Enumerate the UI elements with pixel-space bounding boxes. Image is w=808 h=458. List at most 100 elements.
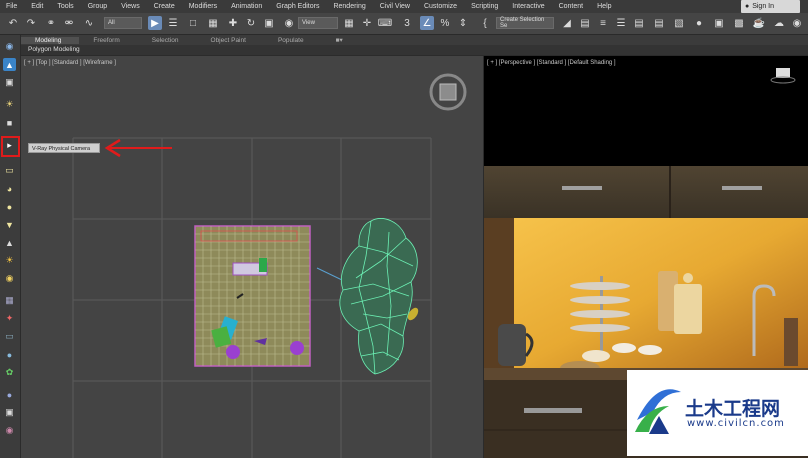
- menu-rendering[interactable]: Rendering: [327, 3, 373, 10]
- vray-sky-icon[interactable]: ◉: [3, 272, 16, 285]
- sign-in-label: Sign In: [752, 3, 774, 10]
- drawer-handle: [524, 408, 582, 413]
- tab-selection[interactable]: Selection: [138, 37, 197, 44]
- viewport-top[interactable]: [ + ] [Top ] [Standard ] [Wireframe ]: [21, 56, 483, 458]
- tab-modeling[interactable]: Modeling: [21, 36, 80, 44]
- vray-ambient-light-icon[interactable]: ▲: [3, 236, 16, 249]
- shapes-icon[interactable]: ▣: [3, 76, 16, 89]
- vray-fur-icon[interactable]: ✦: [3, 312, 16, 325]
- rectangular-selection-icon[interactable]: □: [186, 16, 200, 30]
- render-setup-icon[interactable]: ▣: [712, 16, 726, 30]
- vray-dome-light-icon[interactable]: ◕: [3, 182, 16, 195]
- vray-sphere-icon[interactable]: ●: [3, 348, 16, 361]
- menu-help[interactable]: Help: [591, 3, 619, 10]
- ribbon-panel-label: Polygon Modeling: [21, 45, 808, 55]
- menu-customize[interactable]: Customize: [418, 3, 465, 10]
- cabinet-handle: [722, 186, 762, 190]
- vray-sphere-light-icon[interactable]: ●: [3, 200, 16, 213]
- menu-scripting[interactable]: Scripting: [465, 3, 506, 10]
- highlight-box: [1, 136, 20, 157]
- vray-render-icon[interactable]: ◉: [3, 424, 16, 437]
- select-manipulate-icon[interactable]: ✛: [360, 16, 374, 30]
- menu-group[interactable]: Group: [82, 3, 115, 10]
- menu-graph-editors[interactable]: Graph Editors: [270, 3, 327, 10]
- watermark-logo: 土木工程网 www.civilcn.com: [627, 370, 808, 456]
- ribbon-options-icon[interactable]: ■▾: [322, 36, 361, 44]
- redo-icon[interactable]: ↷: [24, 16, 38, 30]
- viewcube: [429, 73, 467, 111]
- menu-tools[interactable]: Tools: [51, 3, 81, 10]
- select-by-name-icon[interactable]: ☰: [166, 16, 180, 30]
- link-icon[interactable]: ⚭: [44, 16, 58, 30]
- user-icon: ●: [744, 3, 750, 10]
- kitchen-plan-wireframe: [194, 225, 311, 367]
- create-panel-icon[interactable]: ◉: [3, 40, 16, 53]
- mirror-icon[interactable]: ◢: [560, 16, 574, 30]
- layer-explorer-icon[interactable]: ☰: [614, 16, 628, 30]
- plant-wireframe-mesh: [339, 218, 418, 375]
- placement-icon[interactable]: ◉: [282, 16, 296, 30]
- menu-edit[interactable]: Edit: [25, 3, 51, 10]
- rotate-icon[interactable]: ↻: [244, 16, 258, 30]
- upper-cabinets: [484, 166, 808, 218]
- menu-civil-view[interactable]: Civil View: [374, 3, 418, 10]
- keyboard-shortcut-override-icon[interactable]: ⌨: [378, 16, 392, 30]
- window-crossing-icon[interactable]: ▦: [206, 16, 220, 30]
- vray-clipper-icon[interactable]: ✿: [3, 366, 16, 379]
- vray-proxy-icon[interactable]: ▦: [3, 294, 16, 307]
- unlink-icon[interactable]: ⚮: [62, 16, 76, 30]
- geometry-icon[interactable]: ▲: [3, 58, 16, 71]
- toggle-scene-explorer-icon[interactable]: ≡: [596, 16, 610, 30]
- menu-create[interactable]: Create: [148, 3, 183, 10]
- pivot-center-icon[interactable]: ▦: [342, 16, 356, 30]
- spinner-snap-icon[interactable]: ⇕: [456, 16, 470, 30]
- selection-filter-dropdown[interactable]: All: [104, 17, 142, 29]
- schematic-view-icon[interactable]: ▧: [672, 16, 686, 30]
- move-icon[interactable]: ✚: [226, 16, 240, 30]
- tab-object-paint[interactable]: Object Paint: [197, 37, 264, 44]
- tooltip-vray-physical-camera: V-Ray Physical Camera: [28, 143, 100, 153]
- helpers-icon[interactable]: ■: [3, 116, 16, 129]
- a360-gallery-icon[interactable]: ◉: [790, 16, 804, 30]
- named-selection-set-dropdown[interactable]: Create Selection Se: [496, 17, 554, 29]
- edit-named-selection-icon[interactable]: {: [478, 16, 492, 30]
- vray-ies-light-icon[interactable]: ▼: [3, 218, 16, 231]
- rendered-frame-window-icon[interactable]: ▩: [732, 16, 746, 30]
- sign-in-button[interactable]: ● Sign In: [740, 0, 800, 13]
- undo-icon[interactable]: ↶: [6, 16, 20, 30]
- angle-snap-icon[interactable]: ∠: [420, 16, 434, 30]
- vray-plane-icon[interactable]: ▭: [3, 330, 16, 343]
- vray-frame-buffer-icon[interactable]: ▣: [3, 406, 16, 419]
- scale-icon[interactable]: ▣: [262, 16, 276, 30]
- reference-coordinate-dropdown[interactable]: View: [298, 17, 338, 29]
- left-command-bar: ◉ ▲ ▣ ☀ ■ ▸ ▭ ◕ ● ▼ ▲ ☀ ◉ ▦ ✦ ▭ ● ✿ ● ▣ …: [0, 35, 20, 458]
- curve-editor-icon[interactable]: ▤: [652, 16, 666, 30]
- menu-animation[interactable]: Animation: [225, 3, 270, 10]
- toggle-ribbon-icon[interactable]: ▤: [632, 16, 646, 30]
- tab-freeform[interactable]: Freeform: [79, 37, 137, 44]
- menu-file[interactable]: File: [0, 3, 25, 10]
- render-production-icon[interactable]: ☕: [752, 16, 766, 30]
- menu-interactive[interactable]: Interactive: [506, 3, 552, 10]
- bind-space-warp-icon[interactable]: ∿: [82, 16, 96, 30]
- viewcube-persp: [770, 68, 796, 84]
- top-viewport-canvas: [72, 73, 467, 458]
- material-editor-icon[interactable]: ●: [692, 16, 706, 30]
- select-object-icon[interactable]: ▶: [148, 16, 162, 30]
- menu-modifiers[interactable]: Modifiers: [183, 3, 225, 10]
- tab-populate[interactable]: Populate: [264, 37, 322, 44]
- vray-material-icon[interactable]: ●: [3, 388, 16, 401]
- lights-icon[interactable]: ☀: [3, 98, 16, 111]
- ribbon-tabs: Modeling Freeform Selection Object Paint…: [21, 35, 808, 45]
- align-icon[interactable]: ▤: [578, 16, 592, 30]
- percent-snap-icon[interactable]: %: [438, 16, 452, 30]
- menu-views[interactable]: Views: [115, 3, 148, 10]
- menu-bar: File Edit Tools Group Views Create Modif…: [0, 0, 808, 13]
- main-toolbar: ↶ ↷ ⚭ ⚮ ∿ All ▶ ☰ □ ▦ ✚ ↻ ▣ ◉ View ▦ ✛ ⌨…: [0, 13, 808, 35]
- vray-light-icon[interactable]: ▭: [3, 164, 16, 177]
- cabinet-handle: [562, 186, 602, 190]
- snaps-toggle-icon[interactable]: 3: [400, 16, 414, 30]
- render-in-cloud-icon[interactable]: ☁: [772, 16, 786, 30]
- vray-sun-icon[interactable]: ☀: [3, 254, 16, 267]
- menu-content[interactable]: Content: [553, 3, 592, 10]
